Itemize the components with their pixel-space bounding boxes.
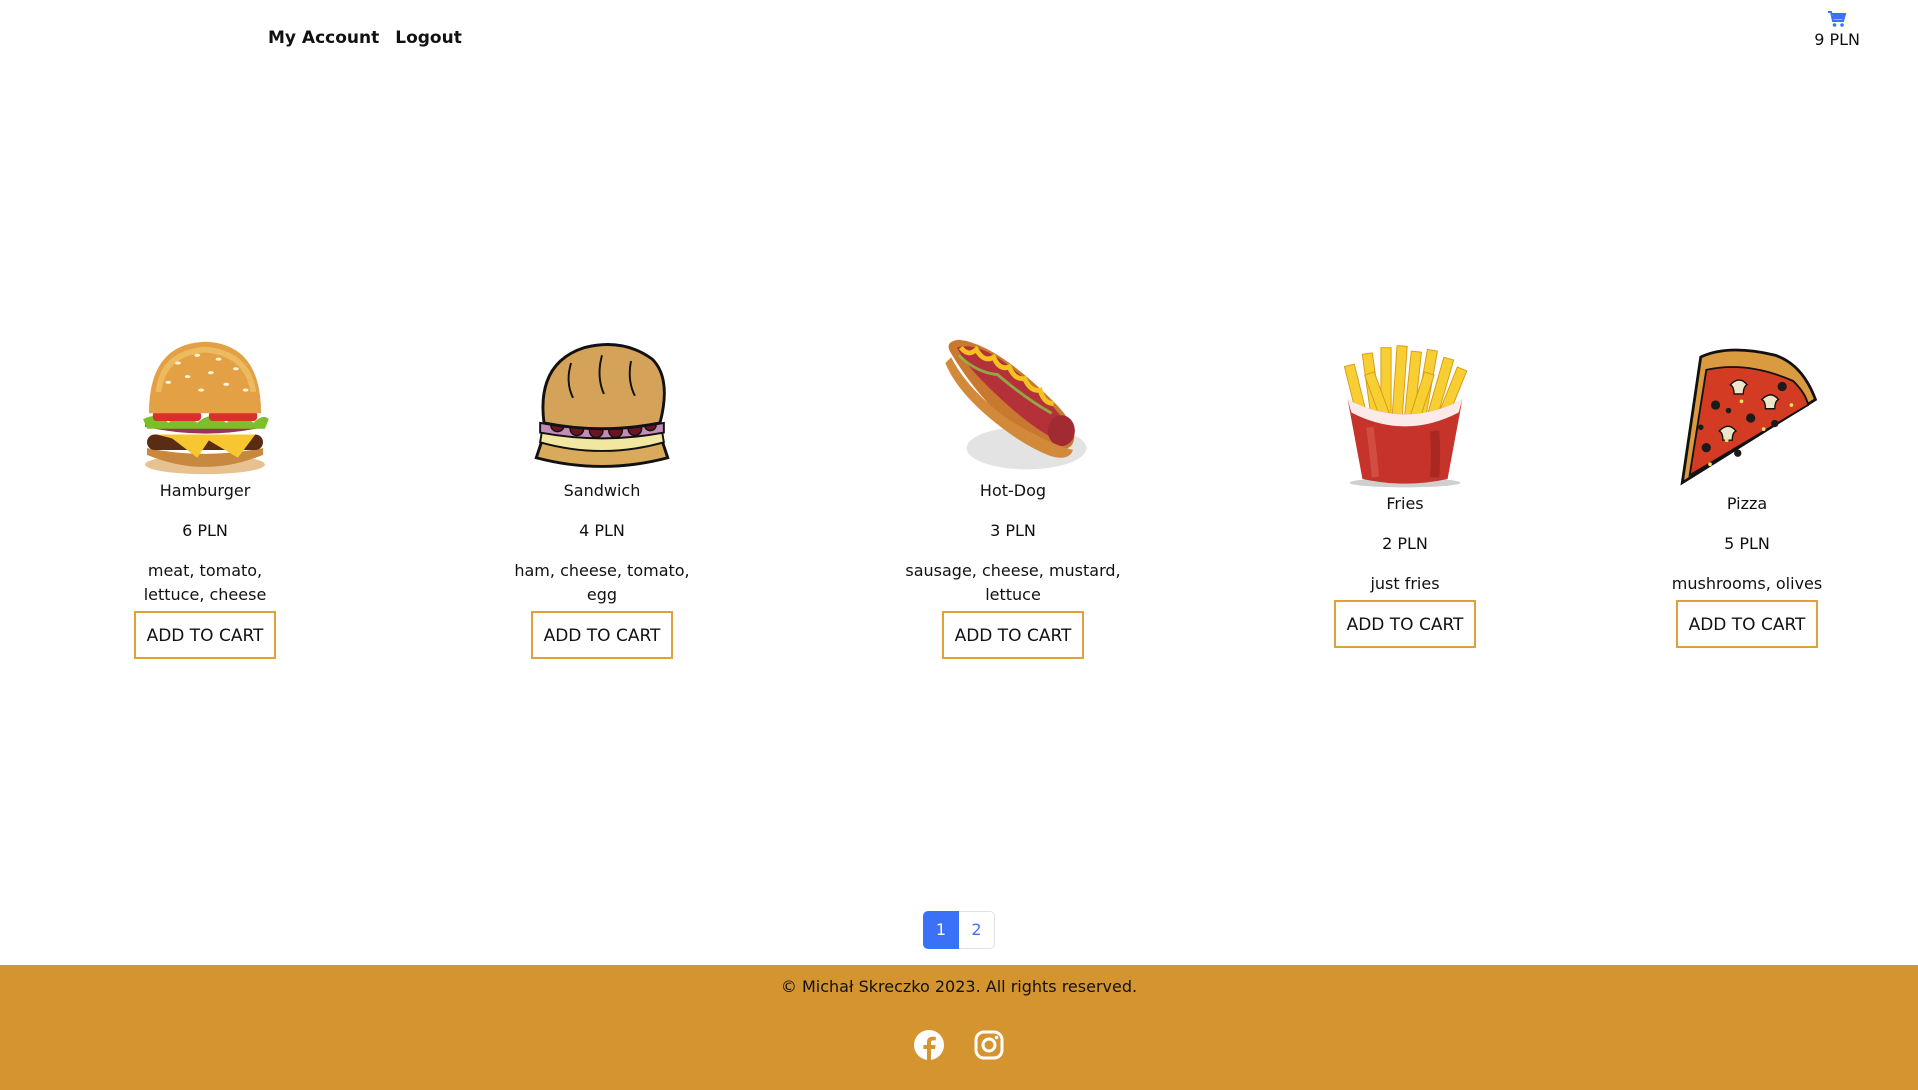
my-account-link[interactable]: My Account	[268, 28, 379, 48]
product-name: Sandwich	[563, 481, 641, 500]
cart-icon[interactable]	[1827, 10, 1847, 28]
page-1-button[interactable]: 1	[923, 911, 959, 949]
product-name: Hamburger	[159, 481, 251, 500]
product-description: mushrooms, olives	[1671, 574, 1823, 593]
facebook-icon[interactable]	[913, 1029, 945, 1061]
add-to-cart-button[interactable]: ADD TO CART	[941, 611, 1085, 659]
product-description: sausage, cheese, mustard, lettuce	[905, 561, 1121, 604]
add-to-cart-button[interactable]: ADD TO CART	[133, 611, 277, 659]
add-to-cart-button[interactable]: ADD TO CART	[1333, 600, 1477, 648]
header: My Account Logout 9 PLN	[0, 0, 1918, 80]
product-price: 2 PLN	[1382, 534, 1428, 553]
cart-total: 9 PLN	[1814, 30, 1860, 49]
product-card-pizza: Pizza 5 PLN mushrooms, olives ADD TO CAR…	[1637, 330, 1857, 648]
product-description: just fries	[1370, 574, 1440, 593]
page-2-button[interactable]: 2	[959, 911, 995, 949]
product-name: Fries	[1386, 494, 1424, 513]
product-card-hotdog: Hot-Dog 3 PLN sausage, cheese, mustard, …	[903, 330, 1123, 659]
product-price: 6 PLN	[182, 521, 228, 540]
product-description: ham, cheese, tomato, egg	[514, 561, 690, 604]
footer: © Michał Skreczko 2023. All rights reser…	[0, 965, 1918, 1090]
product-name: Pizza	[1726, 494, 1768, 513]
pagination: 1 2	[923, 911, 995, 949]
product-description: meat, tomato, lettuce, cheese	[143, 561, 267, 604]
instagram-icon[interactable]	[973, 1029, 1005, 1061]
cart-widget[interactable]: 9 PLN	[1814, 10, 1860, 49]
product-card-hamburger: Hamburger 6 PLN meat, tomato, lettuce, c…	[95, 330, 315, 659]
hamburger-image	[143, 341, 269, 475]
product-price: 3 PLN	[990, 521, 1036, 540]
pizza-image	[1680, 348, 1818, 486]
product-list: Hamburger 6 PLN meat, tomato, lettuce, c…	[0, 330, 1918, 670]
logout-link[interactable]: Logout	[395, 28, 462, 48]
copyright-text: © Michał Skreczko 2023. All rights reser…	[780, 977, 1138, 996]
product-price: 4 PLN	[579, 521, 625, 540]
product-name: Hot-Dog	[979, 481, 1047, 500]
top-nav: My Account Logout	[268, 28, 462, 48]
product-card-sandwich: Sandwich 4 PLN ham, cheese, tomato, egg …	[492, 330, 712, 659]
add-to-cart-button[interactable]: ADD TO CART	[1675, 600, 1819, 648]
social-links	[0, 1029, 1918, 1061]
fries-image	[1343, 345, 1468, 488]
hotdog-image	[945, 339, 1087, 470]
sandwich-image	[534, 343, 670, 468]
product-card-fries: Fries 2 PLN just fries ADD TO CART	[1295, 330, 1515, 648]
product-price: 5 PLN	[1724, 534, 1770, 553]
add-to-cart-button[interactable]: ADD TO CART	[530, 611, 674, 659]
